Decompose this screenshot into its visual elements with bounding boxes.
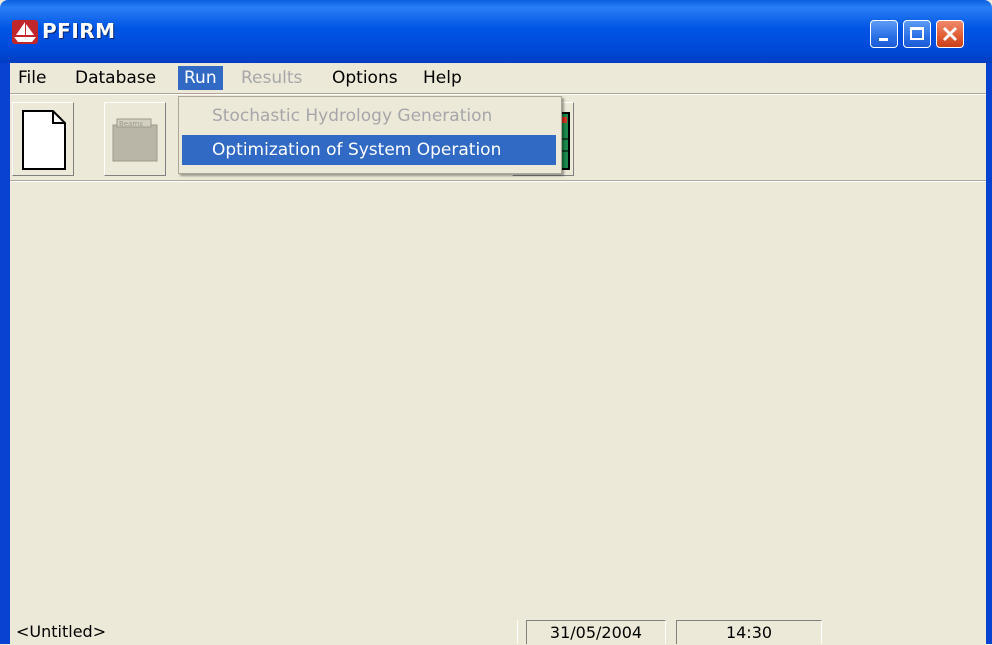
status-bar: <Untitled> 31/05/2004 14:30 [10, 618, 986, 644]
minimize-button[interactable] [870, 20, 898, 48]
open-button[interactable]: Beams [104, 102, 166, 176]
toolbar-divider [10, 180, 986, 182]
menu-help[interactable]: Help [417, 66, 468, 90]
menu-results: Results [241, 68, 303, 88]
menu-item-stochastic-hydrology: Stochastic Hydrology Generation [212, 106, 493, 126]
menu-options[interactable]: Options [326, 66, 404, 90]
minimize-icon [879, 38, 888, 41]
menu-bar: File Database Run Results Options Help [10, 63, 986, 93]
window-frame-left [0, 63, 10, 644]
title-bar[interactable]: PFIRM [0, 0, 992, 63]
maximize-icon [910, 27, 924, 40]
new-button[interactable] [12, 102, 74, 176]
run-menu-dropdown: Stochastic Hydrology Generation Optimiza… [178, 96, 562, 174]
menu-item-optimization[interactable]: Optimization of System Operation [182, 135, 556, 165]
status-time: 14:30 [676, 620, 822, 644]
menu-database[interactable]: Database [69, 66, 162, 90]
window-frame-right [986, 63, 992, 644]
window-title: PFIRM [42, 19, 116, 43]
svg-text:Beams: Beams [119, 120, 143, 128]
close-button[interactable] [936, 20, 964, 48]
menu-file[interactable]: File [12, 66, 52, 90]
new-document-icon [22, 110, 66, 170]
menu-run[interactable]: Run [178, 66, 223, 90]
status-date: 31/05/2004 [526, 620, 666, 644]
maximize-button[interactable] [903, 20, 931, 48]
sailboat-icon [12, 20, 38, 44]
open-folder-icon: Beams [112, 118, 158, 162]
close-icon [942, 26, 958, 42]
status-document: <Untitled> [10, 620, 518, 644]
